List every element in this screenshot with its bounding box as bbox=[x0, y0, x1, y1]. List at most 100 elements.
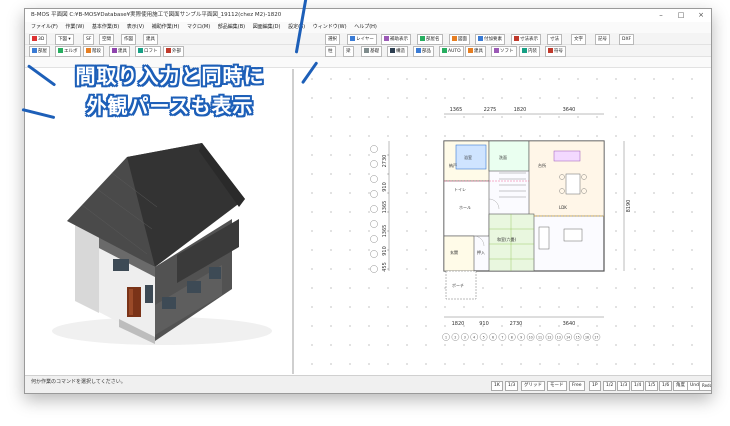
grid-axis-label: 2 bbox=[454, 336, 456, 340]
floor-plan-canvas: 納戸 浴室 洗面 トイレ ホール LDK 和室(六畳) 玄関 ポーチ 押入 台所… bbox=[311, 78, 693, 365]
room-hall: ホール bbox=[459, 205, 471, 210]
status-btn-third[interactable]: 1/3 bbox=[617, 381, 631, 391]
room-porch: ポーチ bbox=[452, 282, 464, 288]
grid-axis-circle-left bbox=[370, 190, 378, 198]
room-ldk: LDK bbox=[559, 205, 567, 210]
menu-settings[interactable]: 設定(S) bbox=[288, 24, 305, 30]
close-icon[interactable]: × bbox=[691, 9, 711, 22]
tool-dim-view[interactable]: 寸法表示 bbox=[511, 34, 541, 45]
grid-axis-label: 12 bbox=[547, 336, 551, 340]
status-btn-scale[interactable]: 1/3 bbox=[505, 381, 519, 391]
part-column[interactable]: 柱 bbox=[325, 46, 336, 57]
dim-bottom-0: 1820 bbox=[452, 321, 465, 327]
tool-drawing[interactable]: 図面 bbox=[449, 34, 470, 45]
tool-symbol[interactable]: 記号 bbox=[595, 34, 610, 45]
room-kitchen: 台所 bbox=[538, 162, 546, 168]
tool-select[interactable]: 選択 bbox=[325, 34, 340, 45]
grid-axis-circle-left bbox=[370, 160, 378, 168]
tool-addon[interactable]: 付加要素 bbox=[475, 34, 505, 45]
button-sf[interactable]: SF bbox=[83, 34, 95, 45]
grid-axis-label: 10 bbox=[529, 336, 533, 340]
dim-top-2: 1820 bbox=[514, 107, 527, 113]
menu-macro[interactable]: マクロ(M) bbox=[187, 24, 210, 30]
menu-parts[interactable]: 部品編集(B) bbox=[218, 24, 245, 30]
grid-axis-label: 14 bbox=[566, 336, 570, 340]
part-symbol[interactable]: 符号 bbox=[545, 46, 566, 57]
part-parts[interactable]: 部品 bbox=[413, 46, 434, 57]
tool-dxf[interactable]: DXF bbox=[619, 34, 635, 45]
grid-axis-label: 8 bbox=[511, 336, 513, 340]
part-beam[interactable]: 梁 bbox=[343, 46, 354, 57]
dim-left-4: 910 bbox=[382, 246, 388, 256]
menu-file[interactable]: ファイル(F) bbox=[31, 24, 58, 30]
menu-basic[interactable]: 基本作業(B) bbox=[92, 24, 119, 30]
tool-roomname[interactable]: 部屋名 bbox=[417, 34, 443, 45]
part-foundation[interactable]: 基礎 bbox=[361, 46, 382, 57]
status-btn-1p[interactable]: 1P bbox=[589, 381, 601, 391]
maximize-icon[interactable]: □ bbox=[671, 9, 691, 22]
menu-support[interactable]: 補助作業(H) bbox=[152, 24, 180, 30]
grid-axis-circle-left bbox=[370, 145, 378, 153]
grid-axis-label: 4 bbox=[473, 336, 475, 340]
minimize-icon[interactable]: – bbox=[651, 9, 671, 22]
menu-drawing[interactable]: 図面編集(D) bbox=[253, 24, 281, 30]
floor-plan-view[interactable]: 納戸 浴室 洗面 トイレ ホール LDK 和室(六畳) 玄関 ポーチ 押入 台所… bbox=[294, 69, 711, 374]
button-fitting[interactable]: 建具 bbox=[143, 34, 158, 45]
dim-top-3: 3640 bbox=[563, 107, 576, 113]
room-bath: 浴室 bbox=[464, 154, 472, 160]
button-space[interactable]: 空間 bbox=[99, 34, 114, 45]
tool-layer[interactable]: レイヤー bbox=[347, 34, 377, 45]
grid-axis-label: 5 bbox=[483, 336, 485, 340]
status-btn-sixth[interactable]: 1/6 bbox=[659, 381, 673, 391]
grid-axis-label: 6 bbox=[492, 336, 494, 340]
menu-window[interactable]: ウィンドウ(W) bbox=[313, 24, 347, 30]
menu-view[interactable]: 表示(V) bbox=[127, 24, 144, 30]
grid-axis-label: 16 bbox=[585, 336, 589, 340]
menu-help[interactable]: ヘルプ(H) bbox=[354, 24, 377, 30]
part-fitting2[interactable]: 建具 bbox=[465, 46, 486, 57]
redo-button[interactable]: Redo bbox=[699, 381, 711, 391]
tool-aux[interactable]: 補助表示 bbox=[381, 34, 411, 45]
status-btn-grid[interactable]: グリッド bbox=[521, 381, 545, 391]
dim-left-3: 1365 bbox=[382, 225, 388, 238]
grid-axis-label: 1 bbox=[445, 336, 447, 340]
grid-axis-label: 11 bbox=[538, 336, 542, 340]
part-soft[interactable]: ソフト bbox=[491, 46, 517, 57]
view-select[interactable]: 下図 ▾ bbox=[55, 34, 74, 45]
grid-axis-circle-left bbox=[370, 175, 378, 183]
room-closet: 押入 bbox=[477, 249, 485, 255]
room-toilet: トイレ bbox=[454, 187, 466, 192]
menu-bar: ファイル(F) 作業(W) 基本作業(B) 表示(V) 補助作業(H) マクロ(… bbox=[25, 22, 711, 33]
toolbar-main: 3D 下図 ▾ SF 空間 作図 建具 選択 レイヤー 補助表示 部屋名 図面 … bbox=[25, 33, 711, 45]
room-japanese: 和室(六畳) bbox=[497, 236, 517, 242]
button-3d[interactable]: 3D bbox=[29, 34, 48, 45]
dim-top-0: 1365 bbox=[450, 107, 463, 113]
status-btn-mode[interactable]: モード bbox=[547, 381, 567, 391]
dim-bottom-3: 3640 bbox=[563, 321, 576, 327]
callout-line-2: 外観パースも表示 bbox=[86, 94, 254, 118]
dim-left-2: 1365 bbox=[382, 201, 388, 214]
grid-axis-label: 15 bbox=[576, 336, 580, 340]
room-washroom: 洗面 bbox=[499, 154, 507, 160]
status-btn-angle[interactable]: 角度 bbox=[673, 381, 688, 391]
feature-callout: 間取り入力と同時に 外観パースも表示 bbox=[44, 46, 296, 128]
dim-left-5: 455 bbox=[382, 262, 388, 272]
grid-axis-label: 7 bbox=[501, 336, 503, 340]
status-btn-quarter[interactable]: 1/4 bbox=[631, 381, 645, 391]
title-bar: B-MOS 平面図 C:¥B-MOS¥Database¥実際使用施工で図面サンプ… bbox=[25, 9, 711, 23]
menu-work[interactable]: 作業(W) bbox=[65, 24, 84, 30]
part-auto[interactable]: AUTO bbox=[439, 46, 464, 57]
grid-axis-circle-left bbox=[370, 220, 378, 228]
status-btn-fifth[interactable]: 1/5 bbox=[645, 381, 659, 391]
status-btn-free[interactable]: Free bbox=[569, 381, 585, 391]
part-structure[interactable]: 構造 bbox=[387, 46, 408, 57]
tool-text[interactable]: 文字 bbox=[571, 34, 586, 45]
part-interior[interactable]: 内装 bbox=[519, 46, 540, 57]
status-btn-1k[interactable]: 1K bbox=[491, 381, 503, 391]
tool-dim[interactable]: 寸法 bbox=[547, 34, 562, 45]
grid-axis-circle-left bbox=[370, 205, 378, 213]
window-title: B-MOS 平面図 C:¥B-MOS¥Database¥実際使用施工で図面サンプ… bbox=[31, 12, 282, 18]
status-btn-half[interactable]: 1/2 bbox=[603, 381, 617, 391]
button-draw[interactable]: 作図 bbox=[121, 34, 136, 45]
callout-line-1: 間取り入力と同時に bbox=[75, 64, 265, 88]
